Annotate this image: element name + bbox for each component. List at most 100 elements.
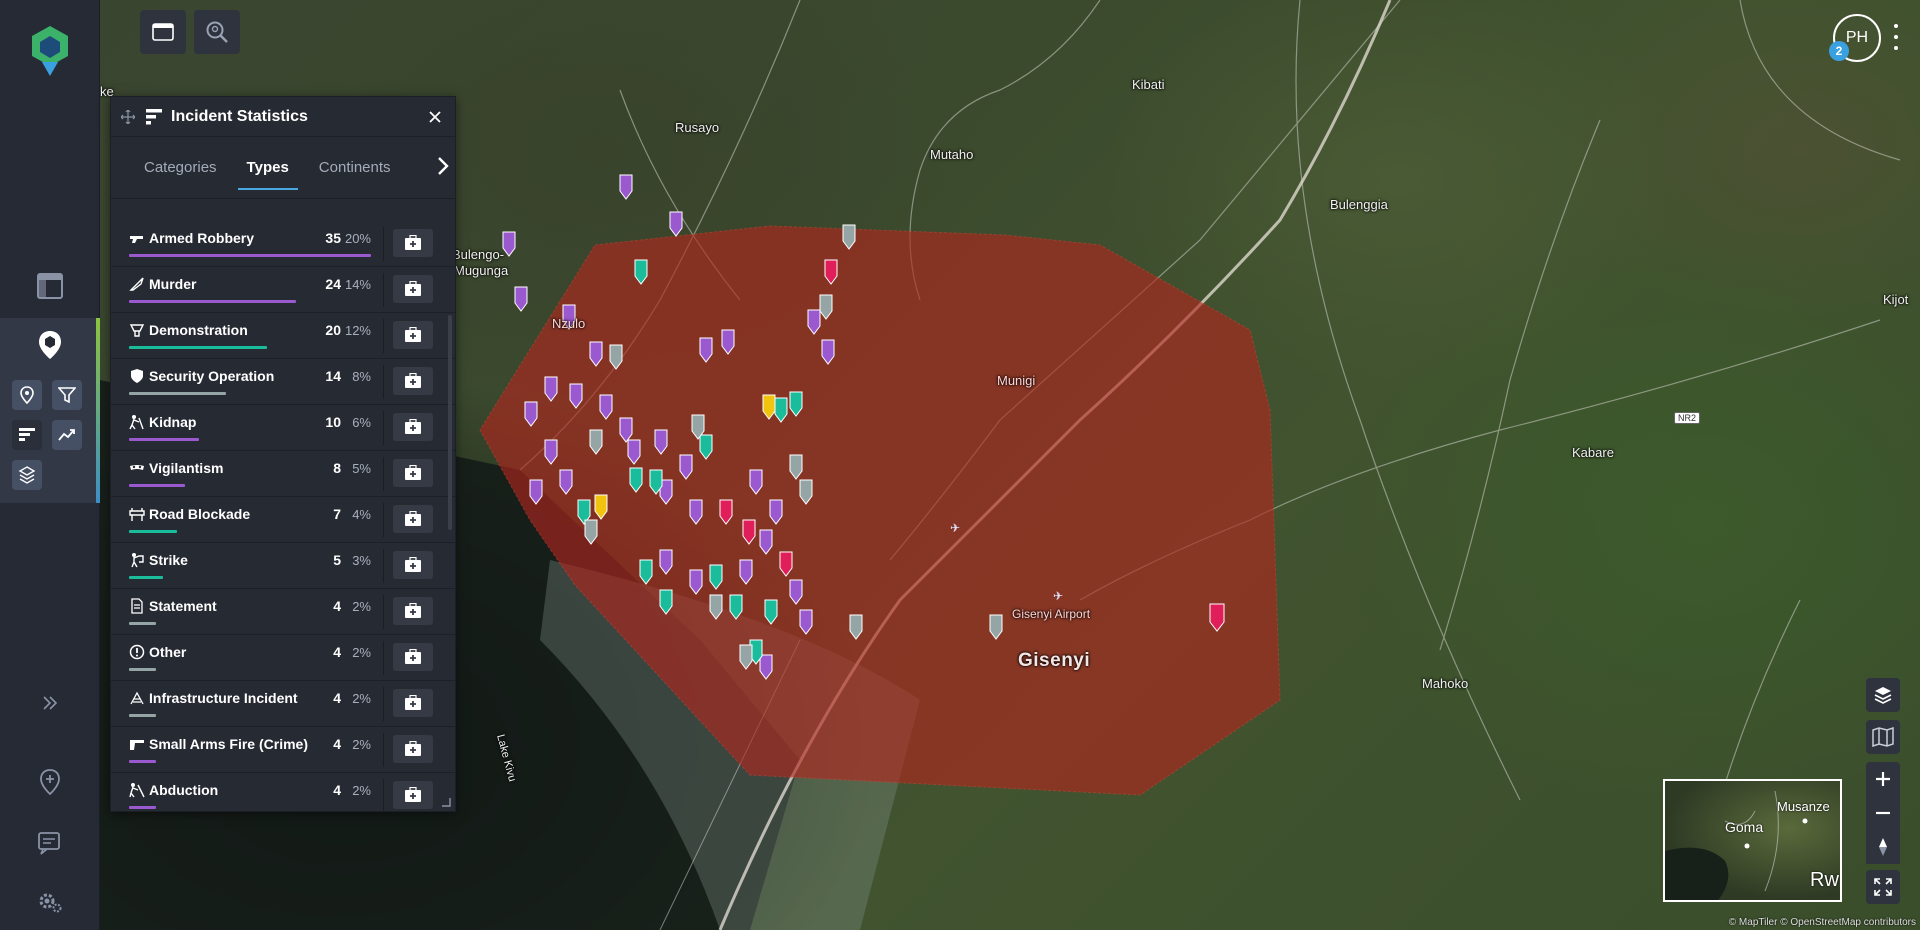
shield-icon: [129, 368, 145, 384]
compass-button[interactable]: [1866, 830, 1900, 864]
document-icon: [129, 598, 145, 614]
layers-button[interactable]: [1866, 678, 1900, 712]
incident-type-bar: [129, 576, 163, 579]
place-rusayo: Rusayo: [675, 120, 720, 135]
add-to-dashboard-button[interactable]: [393, 459, 433, 487]
incident-type-bar: [129, 622, 156, 625]
panel-title: Incident Statistics: [171, 107, 308, 125]
incident-type-item[interactable]: Murder 24 14%: [129, 267, 371, 313]
zoom-in-button[interactable]: [1866, 762, 1900, 796]
place-munigi: Munigi: [997, 373, 1036, 388]
incident-type-count: 5: [333, 552, 341, 568]
incident-type-row[interactable]: Abduction 4 2%: [111, 773, 455, 811]
incident-type-row[interactable]: Security Operation 14 8%: [111, 359, 455, 405]
map-search-button[interactable]: [194, 10, 240, 54]
incident-type-row[interactable]: Demonstration 20 12%: [111, 313, 455, 359]
mask-icon: [129, 460, 145, 476]
statistics-icon[interactable]: [12, 420, 42, 450]
incident-type-row[interactable]: Kidnap 10 6%: [111, 405, 455, 451]
incident-type-row[interactable]: Murder 24 14%: [111, 267, 455, 313]
add-to-dashboard-button[interactable]: [393, 551, 433, 579]
resize-handle-icon[interactable]: [441, 797, 451, 807]
close-panel-button[interactable]: [425, 107, 445, 127]
list-scrollbar[interactable]: [448, 315, 452, 530]
incident-type-item[interactable]: Road Blockade 7 4%: [129, 497, 371, 543]
place-nzulo: Nzulo: [552, 316, 586, 331]
report-icon[interactable]: [30, 823, 70, 863]
incident-type-row[interactable]: Statement 4 2%: [111, 589, 455, 635]
incident-type-row[interactable]: Vigilantism 8 5%: [111, 451, 455, 497]
add-to-dashboard-button[interactable]: [393, 689, 433, 717]
map-attribution[interactable]: © MapTiler © OpenStreetMap contributors: [1729, 917, 1916, 928]
tab-continents[interactable]: Continents: [304, 148, 406, 188]
row-divider: [383, 227, 384, 261]
add-to-dashboard-button[interactable]: [393, 413, 433, 441]
layers-icon: [1874, 687, 1892, 704]
incident-type-item[interactable]: Vigilantism 8 5%: [129, 451, 371, 497]
tab-types[interactable]: Types: [232, 148, 304, 190]
settings-gear-icon[interactable]: [30, 882, 70, 922]
dashboard-icon[interactable]: [30, 266, 70, 306]
incident-type-item[interactable]: Strike 5 3%: [129, 543, 371, 589]
notification-badge[interactable]: 2: [1829, 41, 1849, 61]
trend-icon[interactable]: [52, 420, 82, 450]
tabs-next-button[interactable]: [433, 151, 453, 181]
add-widget-icon: [405, 419, 421, 434]
row-divider: [383, 687, 384, 721]
add-to-dashboard-button[interactable]: [393, 597, 433, 625]
incident-type-bar: [129, 806, 156, 809]
add-to-dashboard-button[interactable]: [393, 643, 433, 671]
add-to-dashboard-button[interactable]: [393, 275, 433, 303]
basemap-button[interactable]: [1866, 720, 1900, 754]
incident-type-count: 7: [333, 506, 341, 522]
incident-type-percent: 5%: [352, 461, 371, 476]
add-to-dashboard-button[interactable]: [393, 229, 433, 257]
incident-type-item[interactable]: Kidnap 10 6%: [129, 405, 371, 451]
barrier-icon: [129, 506, 145, 522]
statistics-icon: [146, 108, 162, 124]
add-to-dashboard-button[interactable]: [393, 781, 433, 809]
incident-type-row[interactable]: Road Blockade 7 4%: [111, 497, 455, 543]
incident-type-row[interactable]: Armed Robbery 35 20%: [111, 221, 455, 267]
incident-type-item[interactable]: Other 4 2%: [129, 635, 371, 681]
app-logo-icon[interactable]: [28, 24, 72, 76]
incident-type-percent: 12%: [344, 323, 371, 338]
fullscreen-button[interactable]: [1866, 870, 1900, 904]
place-kijot: Kijot: [1883, 292, 1909, 307]
abduction-icon: [129, 782, 145, 798]
filter-icon[interactable]: [52, 380, 82, 410]
add-to-dashboard-button[interactable]: [393, 735, 433, 763]
window-toggle-button[interactable]: [140, 10, 186, 54]
incident-type-row[interactable]: Other 4 2%: [111, 635, 455, 681]
add-to-dashboard-button[interactable]: [393, 505, 433, 533]
add-to-dashboard-button[interactable]: [393, 367, 433, 395]
incident-type-count: 24: [325, 276, 341, 292]
incident-type-item[interactable]: Statement 4 2%: [129, 589, 371, 635]
drag-handle-icon[interactable]: [121, 109, 135, 124]
row-divider: [383, 273, 384, 307]
more-options-button[interactable]: [1890, 24, 1902, 50]
overview-minimap[interactable]: Musanze Goma Rw: [1663, 779, 1842, 902]
chevron-right-icon: [438, 157, 449, 175]
add-location-icon[interactable]: [30, 762, 70, 802]
incidents-map-icon[interactable]: [30, 325, 70, 365]
zoom-out-button[interactable]: [1866, 796, 1900, 830]
incident-type-item[interactable]: Security Operation 14 8%: [129, 359, 371, 405]
tab-categories[interactable]: Categories: [129, 148, 232, 188]
incident-type-row[interactable]: Small Arms Fire (Crime) 4 2%: [111, 727, 455, 773]
megaphone-icon: [129, 322, 145, 338]
layers-stack-icon[interactable]: [12, 460, 42, 490]
incident-type-item[interactable]: Demonstration 20 12%: [129, 313, 371, 359]
incident-type-percent: 20%: [344, 231, 371, 246]
location-pin-icon[interactable]: [12, 380, 42, 410]
expand-chevrons-icon[interactable]: [30, 683, 70, 723]
place-bulenggia: Bulenggia: [1330, 197, 1388, 212]
incident-type-item[interactable]: Armed Robbery 35 20%: [129, 221, 371, 267]
incident-type-row[interactable]: Infrastructure Incident 4 2%: [111, 681, 455, 727]
incident-type-item[interactable]: Small Arms Fire (Crime) 4 2%: [129, 727, 371, 773]
add-to-dashboard-button[interactable]: [393, 321, 433, 349]
kebab-dot-icon: [1894, 35, 1898, 39]
incident-type-item[interactable]: Infrastructure Incident 4 2%: [129, 681, 371, 727]
incident-type-item[interactable]: Abduction 4 2%: [129, 773, 371, 811]
incident-type-row[interactable]: Strike 5 3%: [111, 543, 455, 589]
